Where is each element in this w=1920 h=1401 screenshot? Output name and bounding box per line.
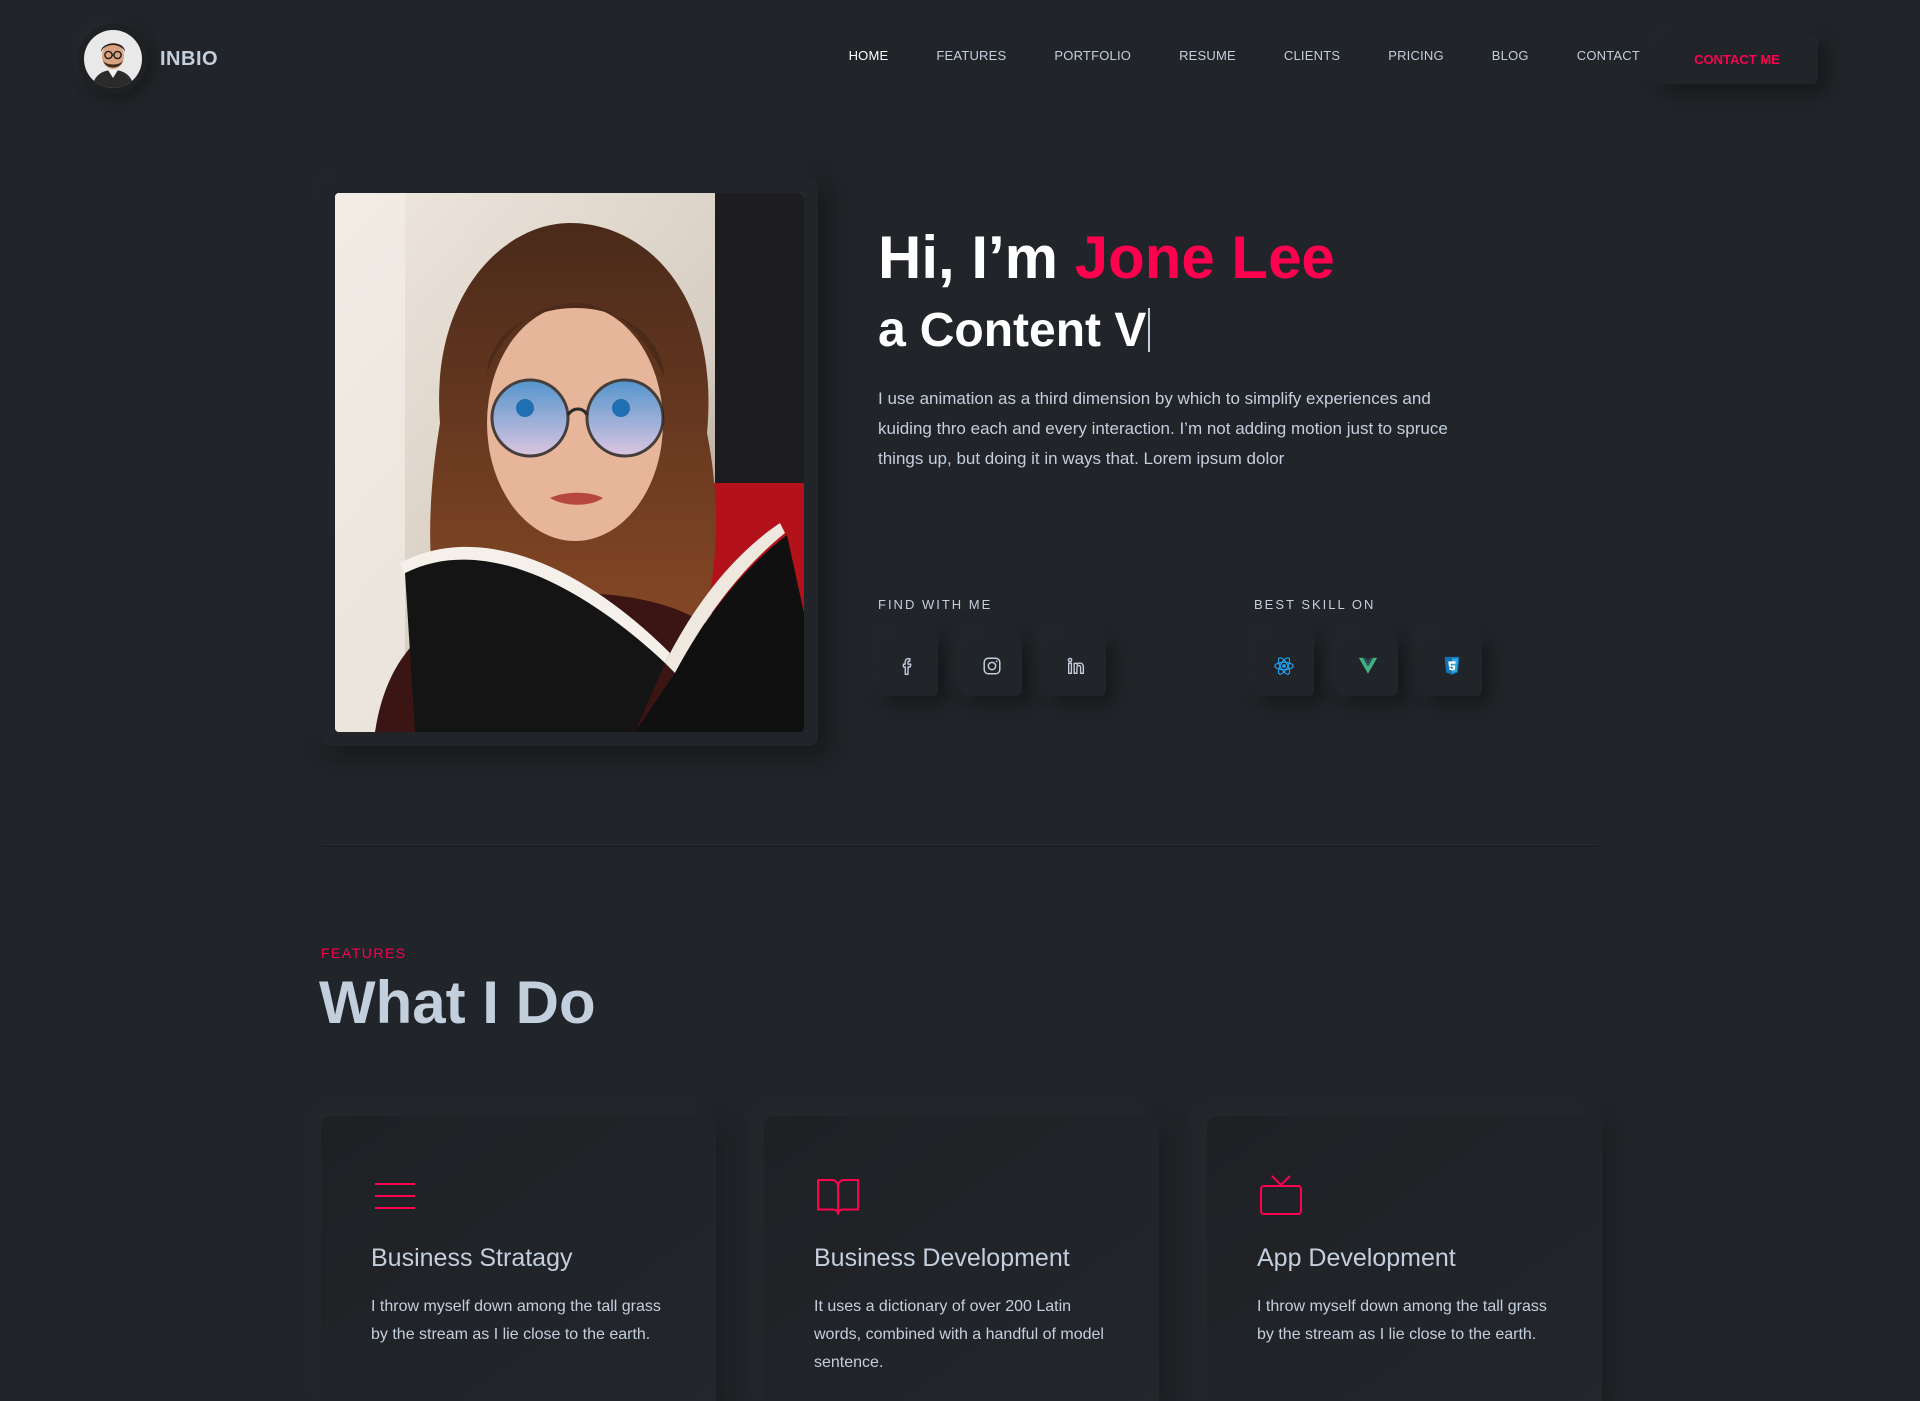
vue-icon [1358,657,1378,674]
nav-pricing[interactable]: PRICING [1388,48,1444,63]
main-nav: HOME FEATURES PORTFOLIO RESUME CLIENTS P… [801,48,1640,63]
greeting-text: Hi, I’m [878,224,1075,291]
feature-card-app-development[interactable]: App Development I throw myself down amon… [1207,1116,1602,1401]
brand[interactable]: INBIO [78,24,218,94]
nav-home[interactable]: HOME [849,48,889,63]
nav-portfolio[interactable]: PORTFOLIO [1054,48,1131,63]
brand-name[interactable]: INBIO [160,48,218,71]
hero-subtitle: a Content V [878,294,1518,366]
css3-skill-badge [1422,636,1482,696]
find-with-me-label: FIND WITH ME [878,597,993,612]
facebook-icon [902,657,912,675]
features-title: What I Do [319,969,596,1036]
feature-card-business-development[interactable]: Business Development It uses a dictionar… [764,1116,1159,1401]
features-kicker: FEATURES [321,945,407,961]
nav-resume[interactable]: RESUME [1179,48,1236,63]
card-description: I throw myself down among the tall grass… [371,1298,661,1343]
hero-description: I use animation as a third dimension by … [878,389,1448,468]
best-skill-label: BEST SKILL ON [1254,597,1376,612]
menu-icon [375,1183,415,1209]
hero-photo [335,193,804,732]
card-title: App Development [1257,1244,1456,1272]
card-title: Business Stratagy [371,1244,573,1272]
hero-photo-frame [321,179,818,746]
feature-card-business-strategy[interactable]: Business Stratagy I throw myself down am… [321,1116,716,1401]
nav-features[interactable]: FEATURES [936,48,1006,63]
linkedin-icon [1067,657,1085,675]
typed-role: Content V [919,304,1147,357]
book-icon [817,1179,859,1215]
nav-contact[interactable]: CONTACT [1577,48,1640,63]
section-divider [322,846,1598,847]
react-skill-badge [1254,636,1314,696]
linkedin-button[interactable] [1046,636,1106,696]
nav-clients[interactable]: CLIENTS [1284,48,1340,63]
react-icon [1274,657,1294,675]
hero-name: Jone Lee [1074,224,1335,291]
typing-cursor [1148,308,1151,352]
contact-me-button[interactable]: CONTACT ME [1656,34,1818,84]
facebook-button[interactable] [878,636,938,696]
instagram-button[interactable] [962,636,1022,696]
tv-icon [1260,1175,1302,1215]
vue-skill-badge [1338,636,1398,696]
site-header: INBIO HOME FEATURES PORTFOLIO RESUME CLI… [0,0,1920,118]
nav-blog[interactable]: BLOG [1492,48,1529,63]
avatar [78,24,148,94]
profile-avatar-icon [84,30,142,88]
instagram-icon [983,657,1001,675]
role-prefix: a [878,301,920,357]
card-title: Business Development [814,1244,1070,1272]
hero-text: Hi, I’m Jone Lee a Content V I use anima… [878,222,1518,474]
hero-title: Hi, I’m Jone Lee [878,222,1518,294]
css3-icon [1444,656,1460,675]
card-description: It uses a dictionary of over 200 Latin w… [814,1298,1104,1371]
card-description: I throw myself down among the tall grass… [1257,1298,1547,1343]
